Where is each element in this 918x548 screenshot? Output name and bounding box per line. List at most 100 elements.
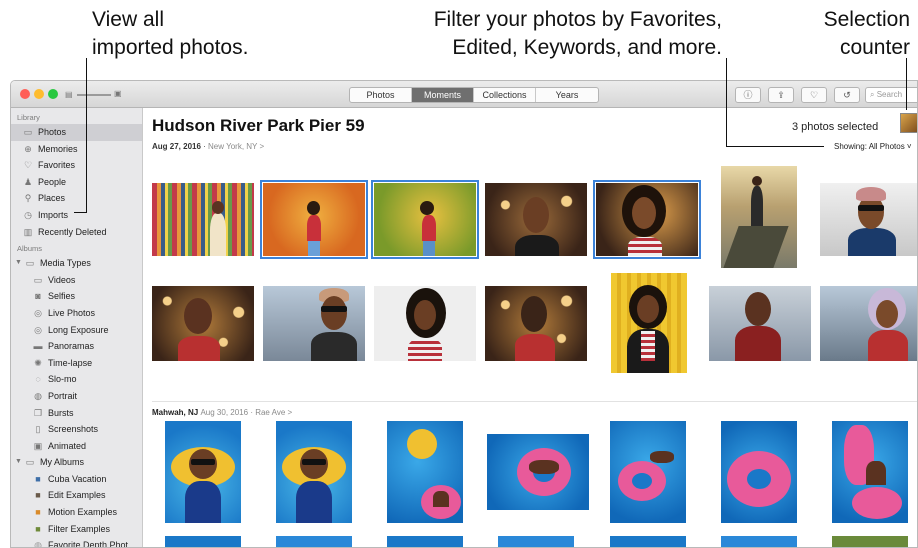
leader-line-view-all-horizontal <box>74 212 87 213</box>
sidebar-item-panoramas[interactable]: ▬ Panoramas <box>11 338 142 355</box>
sidebar-item-people[interactable]: ♟ People <box>11 174 142 191</box>
photo-thumbnail[interactable] <box>721 421 797 523</box>
sidebar-item-slo-mo[interactable]: ◌ Slo-mo <box>11 371 142 388</box>
favorite-button[interactable]: ♡ <box>801 87 827 103</box>
album-thumb-icon: ■ <box>35 490 41 501</box>
photo-thumbnail[interactable] <box>374 286 476 361</box>
photo-thumbnail[interactable] <box>832 536 908 547</box>
selfie-icon: ◙ <box>35 291 41 302</box>
moment-divider <box>152 401 917 402</box>
photo-thumbnail[interactable] <box>611 273 687 373</box>
photo-thumbnail[interactable] <box>820 183 917 256</box>
sidebar-item-media-types[interactable]: ▼ ▭ Media Types <box>11 255 142 272</box>
folder-icon: ▭ <box>25 457 35 468</box>
photos-icon: ▭ <box>23 127 33 137</box>
timelapse-icon: ✺ <box>34 357 42 368</box>
sidebar-item-portrait[interactable]: ◍ Portrait <box>11 388 142 405</box>
callout-filter: Filter your photos by Favorites, Edited,… <box>433 8 722 59</box>
leader-line-view-all <box>86 58 87 213</box>
screenshot-icon: ▯ <box>35 424 41 435</box>
leader-line-selection <box>906 58 907 110</box>
showing-filter-menu[interactable]: Showing: All Photos ˅ <box>834 142 912 151</box>
photo-thumbnail[interactable] <box>709 286 811 361</box>
portrait-icon: ◍ <box>34 390 42 401</box>
photo-thumbnail[interactable] <box>820 286 917 361</box>
photo-thumbnail-selected[interactable] <box>593 180 701 259</box>
moment-subtitle[interactable]: Aug 27, 2016 · New York, NY > <box>152 142 264 151</box>
photo-grid: Hudson River Park Pier 59 Aug 27, 2016 ·… <box>144 108 917 547</box>
photo-thumbnail-selected[interactable] <box>371 180 479 259</box>
search-field[interactable]: ⌕ Search <box>865 87 917 103</box>
sidebar-item-favorites[interactable]: ♡ Favorites <box>11 157 142 174</box>
sidebar-item-imports[interactable]: ◷ Imports <box>11 207 142 224</box>
photo-thumbnail[interactable] <box>165 536 241 547</box>
rotate-button[interactable]: ↺ <box>834 87 860 103</box>
photo-thumbnail[interactable] <box>387 421 463 523</box>
photo-thumbnail[interactable] <box>276 536 352 547</box>
photo-thumbnail[interactable] <box>152 183 254 256</box>
sidebar-item-favorite-depth[interactable]: ◍ Favorite Depth Phot <box>11 537 142 547</box>
disclosure-down-icon[interactable]: ▼ <box>15 454 23 471</box>
disclosure-down-icon[interactable]: ▼ <box>15 255 23 272</box>
sidebar-item-photos[interactable]: ▭ Photos <box>11 124 142 141</box>
sidebar-item-selfies[interactable]: ◙ Selfies <box>11 288 142 305</box>
search-icon: ⌕ <box>870 90 875 99</box>
tab-photos[interactable]: Photos <box>350 88 412 102</box>
minimize-button[interactable] <box>34 89 44 99</box>
sidebar-item-animated[interactable]: ▣ Animated <box>11 438 142 455</box>
sidebar-item-memories[interactable]: ⊕ Memories <box>11 141 142 158</box>
sidebar-item-motion-examples[interactable]: ■ Motion Examples <box>11 504 142 521</box>
person-icon: ♟ <box>23 176 33 187</box>
photo-thumbnail[interactable] <box>610 421 686 523</box>
sidebar-item-bursts[interactable]: ❐ Bursts <box>11 405 142 422</box>
sidebar-item-filter-examples[interactable]: ■ Filter Examples <box>11 521 142 538</box>
callout-selection: Selection counter <box>823 8 910 59</box>
tab-moments[interactable]: Moments <box>412 88 474 102</box>
sidebar-item-recently-deleted[interactable]: ▥ Recently Deleted <box>11 224 142 241</box>
pin-icon: ⚲ <box>24 193 32 204</box>
animated-icon: ▣ <box>33 440 43 451</box>
photo-thumbnail[interactable] <box>721 166 797 268</box>
sidebar-item-screenshots[interactable]: ▯ Screenshots <box>11 421 142 438</box>
photo-thumbnail[interactable] <box>387 536 463 547</box>
zoom-slider[interactable] <box>77 94 111 96</box>
photo-thumbnail[interactable] <box>832 421 908 523</box>
trash-icon: ▥ <box>23 226 33 237</box>
callout-view-all: View all imported photos. <box>92 8 249 59</box>
photo-thumbnail[interactable] <box>263 286 365 361</box>
photo-thumbnail[interactable] <box>498 536 574 547</box>
rotate-icon: ↺ <box>843 90 851 100</box>
photo-thumbnail-selected[interactable] <box>260 180 368 259</box>
sidebar-item-videos[interactable]: ▭ Videos <box>11 272 142 289</box>
sidebar-item-live-photos[interactable]: ◎ Live Photos <box>11 305 142 322</box>
selection-counter: 3 photos selected <box>792 121 879 133</box>
long-exposure-icon: ◎ <box>34 324 42 335</box>
panorama-icon: ▬ <box>33 341 43 352</box>
sidebar-item-cuba-vacation[interactable]: ■ Cuba Vacation <box>11 471 142 488</box>
photo-thumbnail[interactable] <box>721 536 797 547</box>
sidebar-item-long-exposure[interactable]: ◎ Long Exposure <box>11 322 142 339</box>
photo-thumbnail[interactable] <box>485 183 587 256</box>
leader-line-filter <box>726 58 727 146</box>
photo-thumbnail[interactable] <box>487 434 589 510</box>
close-button[interactable] <box>20 89 30 99</box>
sidebar-item-time-lapse[interactable]: ✺ Time-lapse <box>11 355 142 372</box>
sidebar: Library ▭ Photos ⊕ Memories ♡ Favorites ♟ Pe… <box>11 108 143 547</box>
share-button[interactable]: ⇪ <box>768 87 794 103</box>
photo-thumbnail[interactable] <box>152 286 254 361</box>
zoom-button[interactable] <box>48 89 58 99</box>
sidebar-item-my-albums[interactable]: ▼ ▭ My Albums <box>11 454 142 471</box>
sidebar-item-edit-examples[interactable]: ■ Edit Examples <box>11 487 142 504</box>
sidebar-toggle-icon[interactable]: ▤ <box>65 90 73 99</box>
info-button[interactable]: ⓘ <box>735 87 761 103</box>
sidebar-item-places[interactable]: ⚲ Places <box>11 190 142 207</box>
title-bar: ▤ ▣ Photos Moments Collections Years ⓘ ⇪… <box>11 81 917 108</box>
moment-header-mahwah[interactable]: Mahwah, NJ Aug 30, 2016 · Rae Ave > <box>152 408 292 417</box>
photos-window: ▤ ▣ Photos Moments Collections Years ⓘ ⇪… <box>10 80 918 548</box>
tab-collections[interactable]: Collections <box>474 88 536 102</box>
tab-years[interactable]: Years <box>536 88 598 102</box>
photo-thumbnail[interactable] <box>165 421 241 523</box>
photo-thumbnail[interactable] <box>276 421 352 523</box>
photo-thumbnail[interactable] <box>610 536 686 547</box>
photo-thumbnail[interactable] <box>485 286 587 361</box>
